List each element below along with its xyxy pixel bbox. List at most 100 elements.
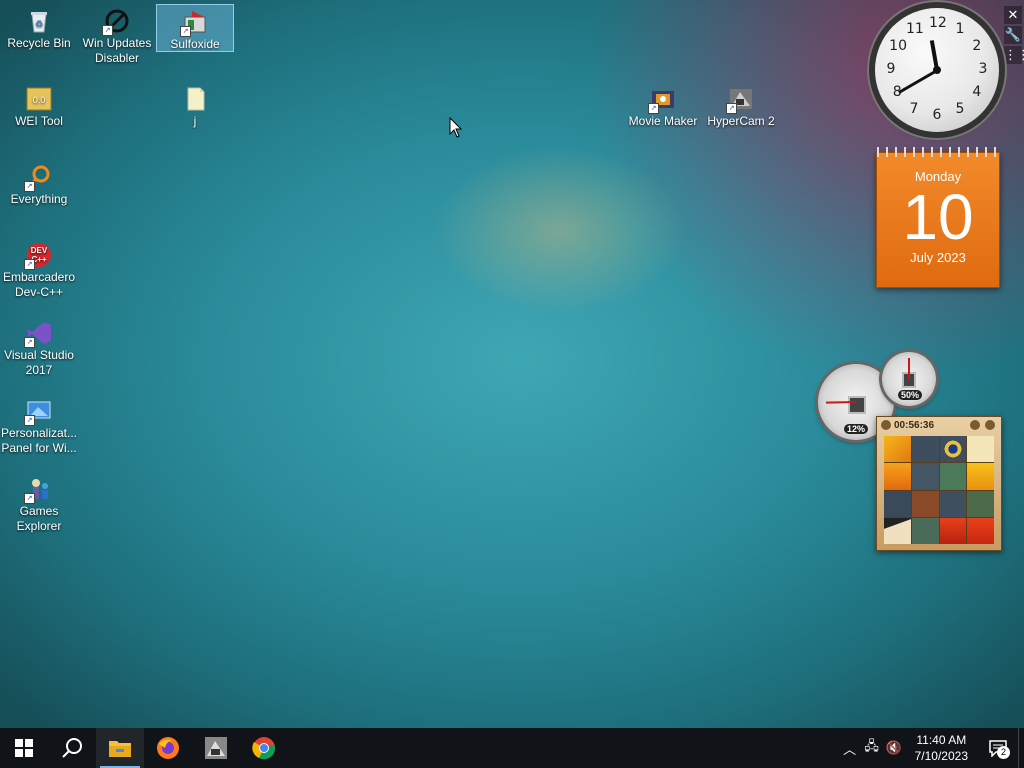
puzzle-tile[interactable]: [939, 490, 967, 517]
volume-muted-icon[interactable]: 🔇: [883, 740, 905, 756]
puzzle-tile[interactable]: [967, 463, 994, 490]
everything-search-icon: ↗: [24, 164, 52, 192]
sulfoxide-app-icon: ↗: [180, 9, 208, 37]
show-desktop-button[interactable]: [1018, 728, 1024, 768]
gadget-drag-handle-icon[interactable]: ⋮⋮: [1004, 46, 1024, 64]
clock-number: 7: [909, 100, 919, 117]
action-center-button[interactable]: 2: [978, 728, 1018, 768]
shortcut-arrow-icon: ↗: [24, 415, 35, 426]
desktop-icon-win-updates-disabler[interactable]: ↗ Win Updates Disabler: [78, 4, 156, 66]
chrome-icon: [252, 737, 275, 760]
dev-cpp-icon: DEV C++ ↗: [24, 242, 52, 270]
calendar-day-number: 10: [902, 181, 974, 253]
puzzle-tile[interactable]: [967, 490, 994, 517]
gadget-close-icon[interactable]: ✕: [1004, 6, 1022, 24]
hypercam-icon: ↗: [726, 86, 754, 114]
wei-tool-icon: 0.0: [26, 86, 52, 112]
taskbar-hypercam[interactable]: [192, 728, 240, 768]
taskbar-chrome[interactable]: [240, 728, 288, 768]
clock-number: 11: [906, 21, 924, 38]
clock-number: 1: [955, 21, 965, 38]
svg-text:DEV: DEV: [31, 246, 48, 255]
puzzle-tile[interactable]: [911, 463, 939, 490]
clock-number: 3: [978, 61, 988, 77]
shortcut-arrow-icon: ↗: [648, 103, 659, 114]
puzzle-solve-icon[interactable]: [985, 420, 995, 430]
shortcut-arrow-icon: ↗: [726, 103, 737, 114]
clock-gadget[interactable]: 12 1 2 3 4 5 6 7 8 9 10 11: [875, 8, 999, 132]
clock-minute-hand: [898, 68, 938, 94]
picture-puzzle-gadget[interactable]: 00:56:36: [876, 416, 1002, 551]
puzzle-tile[interactable]: [911, 436, 939, 463]
personalization-panel-icon: ↗: [24, 398, 52, 426]
puzzle-tile[interactable]: [967, 436, 994, 463]
puzzle-grid[interactable]: [884, 436, 994, 544]
calendar-rings: [877, 147, 999, 157]
taskbar-firefox[interactable]: [144, 728, 192, 768]
svg-text:0.0: 0.0: [33, 95, 46, 105]
desktop-icon-personalization-panel[interactable]: ↗ Personalizat... Panel for Wi...: [0, 394, 78, 456]
puzzle-tile[interactable]: [967, 517, 994, 544]
calendar-gadget[interactable]: Monday 10 July 2023: [876, 147, 1000, 288]
memory-meter-gadget[interactable]: 50%: [882, 352, 936, 406]
cpu-chip-icon: [848, 396, 866, 414]
desktop-icon-wei-tool[interactable]: 0.0 WEI Tool: [0, 82, 78, 129]
puzzle-tile[interactable]: [939, 436, 967, 463]
shortcut-arrow-icon: ↗: [102, 25, 113, 36]
puzzle-tile[interactable]: [884, 490, 911, 517]
desktop-icon-movie-maker[interactable]: ↗ Movie Maker: [624, 82, 702, 129]
search-icon: [62, 738, 82, 758]
memory-percent: 50%: [898, 390, 923, 400]
taskbar-clock[interactable]: 11:40 AM 7/10/2023: [905, 732, 978, 764]
firefox-icon: [157, 737, 179, 759]
puzzle-pause-icon[interactable]: [881, 420, 891, 430]
puzzle-tile[interactable]: [884, 517, 911, 544]
visual-studio-icon: ↗: [24, 320, 52, 348]
memory-needle: [908, 358, 910, 379]
desktop-icon-hypercam[interactable]: ↗ HyperCam 2: [702, 82, 780, 129]
desktop[interactable]: ♻ Recycle Bin 0.0 WEI Tool ↗ Everything …: [0, 0, 1024, 728]
desktop-icon-visual-studio[interactable]: ↗ Visual Studio 2017: [0, 316, 78, 378]
gadget-toolbar: ✕ 🔧 ⋮⋮: [1004, 6, 1024, 66]
desktop-icon-games-explorer[interactable]: ↗ Games Explorer: [0, 472, 78, 534]
text-file-icon: [182, 86, 208, 112]
system-tray: ︿ 🖧 🔇 11:40 AM 7/10/2023 2: [839, 728, 1024, 768]
puzzle-tile[interactable]: [939, 463, 967, 490]
puzzle-tile[interactable]: [939, 517, 967, 544]
mouse-pointer-icon: [449, 117, 463, 138]
clock-number: 5: [955, 100, 965, 117]
cpu-percent: 12%: [844, 424, 869, 434]
network-icon[interactable]: 🖧: [861, 737, 883, 759]
desktop-icon-dev-cpp[interactable]: DEV C++ ↗ Embarcadero Dev-C++: [0, 238, 78, 300]
clock-number: 10: [889, 38, 907, 54]
start-button[interactable]: [0, 728, 48, 768]
desktop-icon-j-file[interactable]: j: [156, 82, 234, 129]
puzzle-timer: 00:56:36: [894, 419, 935, 431]
recycle-bin-icon: ♻: [26, 8, 52, 34]
puzzle-tile[interactable]: [911, 517, 939, 544]
games-explorer-icon: ↗: [24, 476, 52, 504]
gadget-options-wrench-icon[interactable]: 🔧: [1004, 26, 1022, 44]
puzzle-tile[interactable]: [884, 436, 911, 463]
shortcut-arrow-icon: ↗: [24, 259, 35, 270]
clock-number: 2: [972, 38, 982, 54]
no-entry-icon: ↗: [102, 8, 130, 36]
clock-number: 12: [929, 15, 947, 31]
search-button[interactable]: [48, 728, 96, 768]
hypercam-taskbar-icon: [205, 737, 227, 759]
puzzle-help-icon[interactable]: [970, 420, 980, 430]
puzzle-tile[interactable]: [884, 463, 911, 490]
puzzle-header: 00:56:36: [877, 417, 1001, 433]
desktop-icon-sulfoxide[interactable]: ↗ Sulfoxide: [156, 4, 234, 52]
desktop-icon-everything[interactable]: ↗ Everything: [0, 160, 78, 207]
taskbar-time: 11:40 AM: [916, 733, 967, 747]
svg-text:♻: ♻: [35, 19, 43, 29]
shortcut-arrow-icon: ↗: [24, 493, 35, 504]
show-hidden-icons-chevron-up-icon[interactable]: ︿: [839, 739, 861, 758]
clock-number: 4: [972, 84, 982, 100]
shortcut-arrow-icon: ↗: [180, 26, 191, 37]
puzzle-tile[interactable]: [911, 490, 939, 517]
taskbar-file-explorer[interactable]: [96, 728, 144, 768]
notification-count-badge: 2: [997, 746, 1010, 759]
desktop-icon-recycle-bin[interactable]: ♻ Recycle Bin: [0, 4, 78, 51]
